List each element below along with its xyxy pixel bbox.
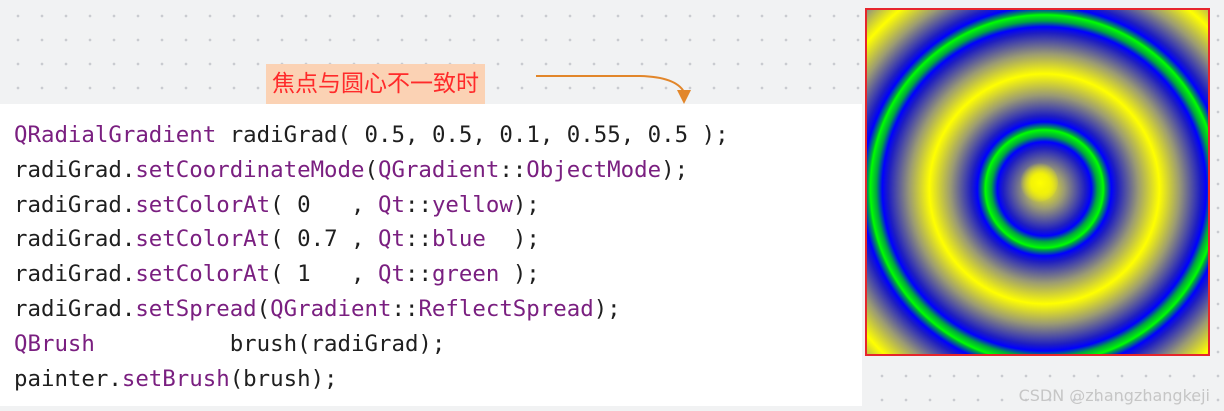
code-line: radiGrad.setCoordinateMode(QGradient::Ob… — [14, 153, 729, 188]
code-token: , — [310, 261, 378, 288]
code-token: ( — [270, 191, 298, 218]
code-token: 0.7 — [297, 226, 338, 253]
code-token: :: — [404, 226, 432, 253]
code-token: blue — [431, 226, 486, 253]
gradient-focal-point — [1017, 162, 1058, 202]
code-token: setColorAt — [135, 226, 271, 253]
code-token: ); — [485, 226, 540, 253]
code-token: ( — [270, 226, 298, 253]
code-token: , — [404, 122, 432, 148]
code-token: 0.1 — [499, 122, 540, 148]
code-line: radiGrad.setColorAt( 0.7 , Qt::blue ); — [14, 222, 729, 257]
code-line: radiGrad.setColorAt( 0 , Qt::yellow); — [14, 188, 729, 223]
code-token: :: — [391, 295, 419, 322]
code-token: :: — [499, 156, 527, 183]
code-token: ReflectSpread — [418, 295, 594, 322]
code-token: ); — [593, 295, 621, 322]
code-token: setBrush — [121, 365, 230, 392]
code-token: :: — [404, 191, 432, 218]
code-token: ); — [688, 122, 729, 148]
code-token: Qt — [378, 191, 405, 218]
code-token: ObjectMode — [526, 156, 662, 183]
code-line: painter.setBrush(brush); — [14, 362, 729, 397]
code-token: QGradient — [377, 156, 500, 183]
code-token: QRadialGradient — [14, 122, 217, 148]
code-line: QRadialGradient radiGrad( 0.5, 0.5, 0.1,… — [14, 118, 729, 153]
code-token: (brush); — [229, 365, 338, 392]
code-token: , — [337, 226, 379, 253]
code-token: ( — [364, 156, 378, 183]
code-token: , — [539, 122, 567, 148]
code-token: QGradient — [270, 295, 392, 322]
code-token: radiGrad. — [14, 295, 136, 322]
watermark: CSDN @zhangzhangkeji — [1018, 386, 1210, 405]
code-token: radiGrad. — [14, 226, 136, 253]
code-token: 0.5 — [647, 122, 689, 148]
code-token: setSpread — [135, 295, 257, 322]
code-token: brush(radiGrad); — [94, 330, 446, 357]
code-token: ( — [256, 295, 271, 322]
code-token: Qt — [378, 226, 405, 253]
code-panel: QRadialGradient radiGrad( 0.5, 0.5, 0.1,… — [0, 104, 862, 406]
code-token: painter. — [14, 365, 122, 392]
code-token: radiGrad. — [14, 191, 136, 218]
code-token: 1 — [297, 261, 311, 288]
callout-label: 焦点与圆心不一致时 — [266, 64, 485, 104]
code-token: radiGrad( — [216, 122, 365, 148]
code-token: green — [431, 261, 500, 288]
code-token: ); — [499, 261, 540, 288]
code-token: radiGrad. — [14, 156, 136, 183]
code-line: radiGrad.setSpread(QGradient::ReflectSpr… — [14, 292, 729, 327]
code-token: , — [620, 122, 648, 148]
code-token: 0.5 — [431, 122, 473, 148]
code-token: radiGrad. — [14, 261, 136, 288]
code-block: QRadialGradient radiGrad( 0.5, 0.5, 0.1,… — [14, 118, 729, 396]
code-token: setColorAt — [135, 191, 271, 218]
code-token: yellow — [431, 191, 513, 218]
code-token: , — [472, 122, 500, 148]
code-token: setCoordinateMode — [135, 156, 365, 183]
code-token: ( — [270, 261, 298, 288]
code-token: 0.55 — [566, 122, 621, 148]
code-token: , — [310, 191, 378, 218]
code-line: radiGrad.setColorAt( 1 , Qt::green ); — [14, 257, 729, 292]
code-token: Qt — [378, 261, 405, 288]
code-token: QBrush — [14, 330, 95, 357]
code-token: 0.5 — [364, 122, 405, 148]
code-token: ); — [661, 156, 689, 183]
code-token: :: — [404, 261, 432, 288]
code-line: QBrush brush(radiGrad); — [14, 327, 729, 362]
code-token: setColorAt — [135, 261, 271, 288]
code-token: 0 — [297, 191, 311, 218]
code-token: ); — [512, 191, 540, 218]
radial-gradient-preview — [865, 8, 1210, 356]
